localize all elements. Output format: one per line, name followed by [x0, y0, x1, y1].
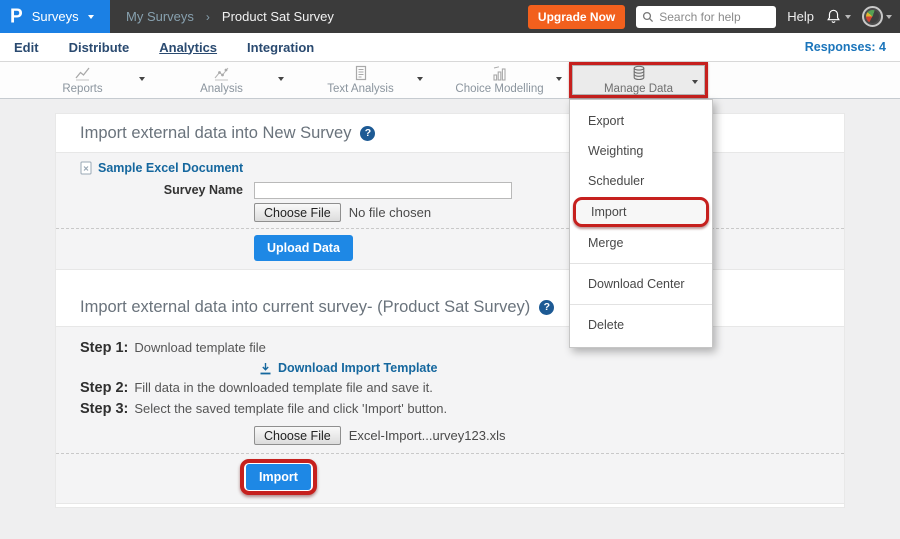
survey-name-input[interactable]	[254, 182, 512, 199]
menu-item-delete[interactable]: Delete	[570, 310, 712, 340]
step-2-text: Fill data in the downloaded template fil…	[134, 380, 432, 395]
sample-excel-document-link[interactable]: Sample Excel Document	[98, 161, 243, 175]
import-button[interactable]: Import	[246, 464, 311, 490]
step-3-text: Select the saved template file and click…	[134, 401, 447, 416]
search-input[interactable]	[659, 10, 770, 24]
scatter-chart-icon	[213, 66, 230, 81]
notifications-menu[interactable]	[825, 8, 851, 25]
import-panel: Import external data into New Survey ? S…	[55, 113, 845, 508]
search-icon	[642, 11, 654, 23]
import-button-annotation: Import	[240, 459, 317, 495]
menu-item-import[interactable]: Import	[573, 197, 709, 227]
step-2-label: Step 2:	[80, 380, 128, 396]
account-menu[interactable]	[862, 6, 892, 27]
toolbar-manage-data[interactable]: Manage Data	[569, 62, 708, 98]
upgrade-now-button[interactable]: Upgrade Now	[528, 5, 625, 29]
line-chart-icon	[74, 66, 91, 81]
excel-file-icon	[80, 161, 92, 175]
breadcrumb-current-survey: Product Sat Survey	[222, 9, 334, 24]
toolbar-analysis[interactable]: Analysis	[152, 62, 291, 98]
step-1-label: Step 1:	[80, 340, 128, 356]
toolbar-choice-modelling[interactable]: Choice Modelling	[430, 62, 569, 98]
upload-data-button[interactable]: Upload Data	[254, 235, 353, 261]
surveys-menu-label: Surveys	[32, 9, 79, 24]
chevron-down-icon	[88, 15, 94, 19]
breadcrumb-my-surveys[interactable]: My Surveys	[126, 9, 194, 24]
section-body: Sample Excel Document Survey Name Choose…	[56, 152, 844, 270]
menu-item-scheduler[interactable]: Scheduler	[570, 166, 712, 196]
tab-edit[interactable]: Edit	[14, 40, 39, 55]
toolbar-item-label: Reports	[62, 83, 102, 95]
responses-count[interactable]: Responses: 4	[805, 40, 886, 54]
chevron-down-icon[interactable]	[278, 77, 284, 81]
tab-integration[interactable]: Integration	[247, 40, 314, 55]
document-icon	[353, 65, 369, 81]
menu-item-download-center[interactable]: Download Center	[570, 269, 712, 299]
download-icon	[259, 362, 272, 375]
section-title: Import external data into current survey…	[80, 298, 530, 317]
survey-name-label: Survey Name	[80, 183, 243, 197]
toolbar-item-label: Choice Modelling	[455, 83, 543, 95]
menu-item-weighting[interactable]: Weighting	[570, 136, 712, 166]
menu-divider	[570, 263, 712, 264]
analytics-toolbar: Reports Analysis Text Analysis Choice Mo…	[0, 62, 900, 99]
chevron-down-icon	[845, 15, 851, 19]
step-2-row: Step 2: Fill data in the downloaded temp…	[80, 380, 820, 396]
step-3-label: Step 3:	[80, 401, 128, 417]
section-import-new-survey: Import external data into New Survey ? S…	[56, 114, 844, 270]
section-import-current-survey: Import external data into current survey…	[56, 288, 844, 504]
selected-file-name: Excel-Import...urvey123.xls	[349, 428, 506, 443]
download-template-row[interactable]: Download Import Template	[259, 361, 820, 375]
chevron-down-icon[interactable]	[139, 77, 145, 81]
menu-item-merge[interactable]: Merge	[570, 228, 712, 258]
tab-distribute[interactable]: Distribute	[69, 40, 130, 55]
toolbar-reports[interactable]: Reports	[13, 62, 152, 98]
toolbar-item-label: Text Analysis	[327, 83, 393, 95]
survey-nav: Edit Distribute Analytics Integration Re…	[0, 33, 900, 62]
toolbar-item-label: Analysis	[200, 83, 243, 95]
section-title: Import external data into New Survey	[80, 124, 351, 143]
no-file-chosen-text: No file chosen	[349, 205, 431, 220]
choose-file-button[interactable]: Choose File	[254, 426, 341, 445]
chevron-down-icon[interactable]	[556, 77, 562, 81]
section-title-row: Import external data into current survey…	[56, 288, 844, 326]
chevron-down-icon	[886, 15, 892, 19]
toolbar-text-analysis[interactable]: Text Analysis	[291, 62, 430, 98]
bell-icon	[825, 8, 842, 25]
help-search[interactable]	[636, 6, 776, 28]
help-icon[interactable]: ?	[360, 126, 375, 141]
help-icon[interactable]: ?	[539, 300, 554, 315]
gauge-icon	[866, 10, 879, 23]
chevron-down-icon[interactable]	[692, 80, 698, 84]
download-import-template-link[interactable]: Download Import Template	[278, 361, 438, 375]
section-title-row: Import external data into New Survey ?	[56, 114, 844, 152]
choose-file-button[interactable]: Choose File	[254, 203, 341, 222]
product-switcher[interactable]: P Surveys	[0, 0, 110, 33]
menu-divider	[570, 304, 712, 305]
database-icon	[631, 65, 647, 81]
help-link[interactable]: Help	[787, 9, 814, 24]
manage-data-dropdown: Export Weighting Scheduler Import Merge …	[569, 99, 713, 348]
chevron-down-icon[interactable]	[417, 77, 423, 81]
avatar	[862, 6, 883, 27]
bar-chart-icon	[491, 66, 508, 81]
section-body: Step 1: Download template file Download …	[56, 326, 844, 504]
breadcrumb-separator: ›	[206, 10, 210, 24]
breadcrumb: My Surveys › Product Sat Survey	[126, 0, 334, 33]
template-file-row: Choose File Excel-Import...urvey123.xls	[254, 426, 820, 445]
questionpro-logo: P	[10, 7, 23, 27]
menu-item-export[interactable]: Export	[570, 106, 712, 136]
page-content: Import external data into New Survey ? S…	[0, 99, 900, 539]
tab-analytics[interactable]: Analytics	[159, 40, 217, 55]
file-upload-row: Choose File No file chosen	[254, 203, 820, 222]
step-3-row: Step 3: Select the saved template file a…	[80, 401, 820, 417]
toolbar-item-label: Manage Data	[604, 83, 673, 95]
top-bar: P Surveys My Surveys › Product Sat Surve…	[0, 0, 900, 33]
step-1-text: Download template file	[134, 340, 266, 355]
topbar-actions: Upgrade Now Help	[528, 0, 900, 33]
